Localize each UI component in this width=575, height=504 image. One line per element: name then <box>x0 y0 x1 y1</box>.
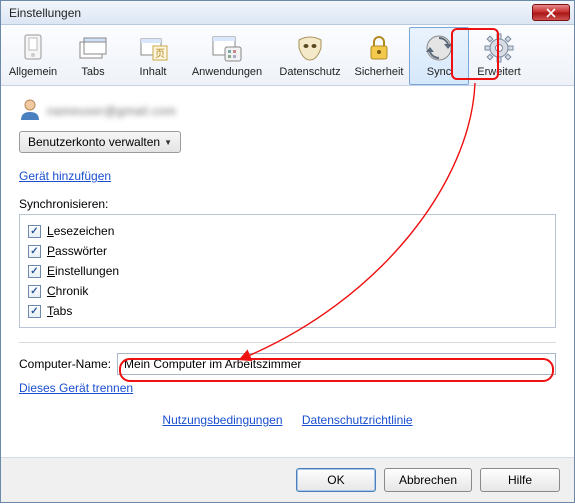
checkbox-icon: ✓ <box>28 285 41 298</box>
sync-item-settings[interactable]: ✓ Einstellungen <box>28 261 547 281</box>
account-email: nameuser@gmail.com <box>47 104 176 118</box>
divider <box>19 342 556 343</box>
window-title: Einstellungen <box>9 6 532 20</box>
tab-label: Inhalt <box>140 66 167 78</box>
tab-tabs[interactable]: Tabs <box>63 27 123 85</box>
checkbox-icon: ✓ <box>28 305 41 318</box>
chevron-down-icon: ▼ <box>164 138 172 147</box>
lock-icon <box>363 32 395 64</box>
tab-advanced[interactable]: Erweitert <box>469 27 529 85</box>
toolbar: Allgemein Tabs 页 Inhalt Anwendungen Date… <box>1 25 574 86</box>
tab-label: Allgemein <box>9 66 57 78</box>
tab-sync[interactable]: Sync <box>409 27 469 85</box>
tab-label: Sicherheit <box>355 66 404 78</box>
computer-name-row: Computer-Name: <box>19 353 556 375</box>
checkbox-icon: ✓ <box>28 225 41 238</box>
footer-links: Nutzungsbedingungen Datenschutzrichtlini… <box>19 413 556 427</box>
sync-item-passwords[interactable]: ✓ Passwörter <box>28 241 547 261</box>
tab-label: Anwendungen <box>192 66 262 78</box>
content-pane: nameuser@gmail.com Benutzerkonto verwalt… <box>1 86 574 457</box>
dialog-buttons: OK Abbrechen Hilfe <box>1 457 574 502</box>
sync-icon <box>423 32 455 64</box>
add-device-link[interactable]: Gerät hinzufügen <box>19 169 111 183</box>
checkbox-label: Einstellungen <box>47 264 119 278</box>
sync-item-tabs[interactable]: ✓ Tabs <box>28 301 547 321</box>
mask-icon <box>294 32 326 64</box>
tab-label: Tabs <box>81 66 104 78</box>
avatar-icon <box>19 98 41 123</box>
checkbox-label: Lesezeichen <box>47 224 114 238</box>
checkbox-icon: ✓ <box>28 245 41 258</box>
sync-group: ✓ Lesezeichen ✓ Passwörter ✓ Einstellung… <box>19 214 556 328</box>
tabs-icon <box>77 32 109 64</box>
ok-button[interactable]: OK <box>296 468 376 492</box>
titlebar: Einstellungen <box>1 1 574 25</box>
cancel-button[interactable]: Abbrechen <box>384 468 472 492</box>
account-row: nameuser@gmail.com <box>19 98 556 123</box>
sync-heading: Synchronisieren: <box>19 197 556 211</box>
close-icon <box>546 8 556 18</box>
privacy-link[interactable]: Datenschutzrichtlinie <box>302 413 413 427</box>
sync-item-history[interactable]: ✓ Chronik <box>28 281 547 301</box>
svg-text:页: 页 <box>155 48 165 60</box>
computer-name-input[interactable] <box>117 353 556 375</box>
checkbox-label: Chronik <box>47 284 88 298</box>
computer-name-label: Computer-Name: <box>19 357 111 371</box>
tab-applications[interactable]: Anwendungen <box>183 27 271 85</box>
switch-icon <box>17 32 49 64</box>
manage-account-label: Benutzerkonto verwalten <box>28 135 160 149</box>
terms-link[interactable]: Nutzungsbedingungen <box>162 413 282 427</box>
tab-privacy[interactable]: Datenschutz <box>271 27 349 85</box>
checkbox-label: Tabs <box>47 304 72 318</box>
content-icon: 页 <box>137 32 169 64</box>
checkbox-label: Passwörter <box>47 244 107 258</box>
tab-label: Sync <box>427 66 451 78</box>
sync-item-bookmarks[interactable]: ✓ Lesezeichen <box>28 221 547 241</box>
tab-label: Erweitert <box>477 66 520 78</box>
help-button[interactable]: Hilfe <box>480 468 560 492</box>
manage-account-button[interactable]: Benutzerkonto verwalten ▼ <box>19 131 181 153</box>
settings-window: Einstellungen Allgemein Tabs 页 Inhalt <box>0 0 575 503</box>
tab-security[interactable]: Sicherheit <box>349 27 409 85</box>
close-button[interactable] <box>532 4 570 21</box>
tab-content[interactable]: 页 Inhalt <box>123 27 183 85</box>
disconnect-device-link[interactable]: Dieses Gerät trennen <box>19 381 133 395</box>
checkbox-icon: ✓ <box>28 265 41 278</box>
tab-general[interactable]: Allgemein <box>3 27 63 85</box>
gear-icon <box>483 32 515 64</box>
applications-icon <box>211 32 243 64</box>
tab-label: Datenschutz <box>279 66 340 78</box>
